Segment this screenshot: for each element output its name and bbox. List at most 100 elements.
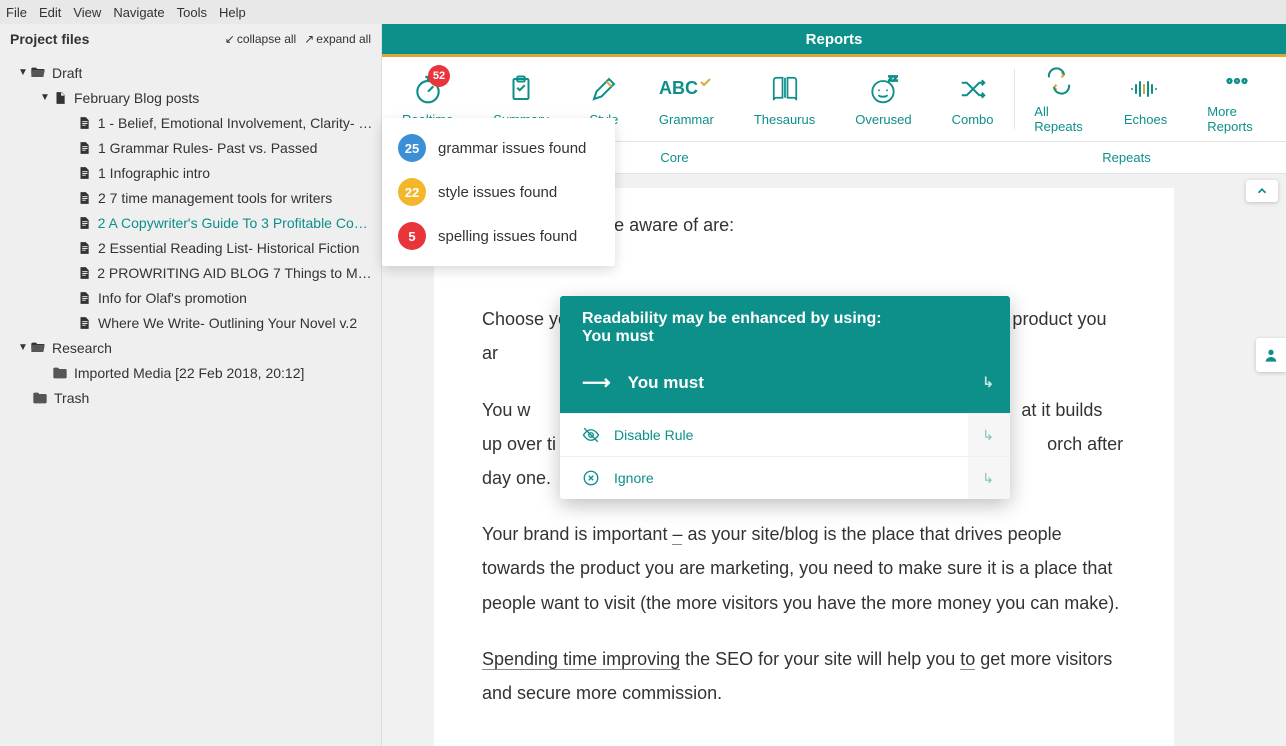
expand-all-button[interactable]: ↗ expand all [304, 32, 371, 46]
folder-open-icon [30, 65, 46, 81]
document-icon [76, 140, 92, 156]
popup-disable-rule[interactable]: Disable Rule ↳ [560, 413, 1010, 456]
issue-label: spelling issues found [438, 228, 577, 245]
suggestion-popup: Readability may be enhanced by using: Yo… [560, 296, 1010, 499]
menu-navigate[interactable]: Navigate [113, 5, 164, 20]
chevron-down-icon: ▼ [18, 342, 28, 353]
subtab-repeats[interactable]: Repeats [967, 142, 1286, 173]
tree-file-selected[interactable]: 2 A Copywriter's Guide To 3 Profitable C… [0, 210, 381, 235]
tool-label: More Reports [1207, 104, 1266, 134]
chevron-down-icon: ▼ [40, 92, 50, 103]
sidebar: Project files ↙ collapse all ↗ expand al… [0, 24, 382, 746]
popup-action-label: Disable Rule [614, 427, 693, 443]
tool-thesaurus[interactable]: Thesaurus [734, 57, 835, 141]
svg-text:ABC: ABC [659, 78, 698, 98]
document-icon [76, 240, 92, 256]
underlined-text[interactable]: Spending time improving [482, 649, 680, 670]
issue-count-badge: 25 [398, 134, 426, 162]
issue-count-badge: 52 [428, 65, 450, 87]
book-icon [768, 72, 802, 106]
tree-label: Trash [54, 390, 89, 406]
issue-spelling-row[interactable]: 5 spelling issues found [382, 214, 615, 258]
tree-file[interactable]: 1 Grammar Rules- Past vs. Passed [0, 135, 381, 160]
collapse-icon: ↙ [225, 32, 235, 46]
menu-help[interactable]: Help [219, 5, 246, 20]
sidebar-header: Project files ↙ collapse all ↗ expand al… [0, 24, 381, 54]
tool-overused[interactable]: zz Overused [835, 57, 931, 141]
person-button[interactable] [1256, 338, 1286, 372]
issue-count-badge: 5 [398, 222, 426, 250]
underlined-text[interactable]: – [672, 524, 682, 545]
document-icon [76, 290, 92, 306]
tool-label: Combo [952, 112, 994, 127]
tool-label: Echoes [1124, 112, 1167, 127]
tool-combo[interactable]: Combo [932, 57, 1014, 141]
tree-file[interactable]: 2 Essential Reading List- Historical Fic… [0, 235, 381, 260]
tree-file[interactable]: 2 PROWRITING AID BLOG 7 Things to Master [0, 260, 381, 285]
document-icon [76, 215, 92, 231]
issue-label: style issues found [438, 184, 557, 201]
tree-label: Draft [52, 65, 82, 81]
tool-label: Grammar [659, 112, 714, 127]
more-icon [1222, 64, 1252, 98]
tool-echoes[interactable]: Echoes [1104, 57, 1187, 141]
tree-folder-research[interactable]: ▼ Research [0, 335, 381, 360]
tree-file[interactable]: Where We Write- Outlining Your Novel v.2 [0, 310, 381, 335]
right-gutter [1226, 174, 1286, 746]
expand-label: expand all [316, 32, 371, 46]
eye-off-icon [582, 426, 600, 444]
menu-tools[interactable]: Tools [177, 5, 207, 20]
folder-icon [32, 390, 48, 406]
tree-label: Research [52, 340, 112, 356]
tree-label: February Blog posts [74, 90, 199, 106]
reports-title: Reports [806, 31, 863, 48]
abc-check-icon: ABC [659, 72, 713, 106]
tree-label: 2 PROWRITING AID BLOG 7 Things to Master [97, 265, 375, 281]
tree-label: Info for Olaf's promotion [98, 290, 247, 306]
tree-folder-imported[interactable]: Imported Media [22 Feb 2018, 20:12] [0, 360, 381, 385]
collapse-all-button[interactable]: ↙ collapse all [225, 32, 296, 46]
scroll-top-button[interactable] [1246, 180, 1278, 202]
tree-file[interactable]: 2 7 time management tools for writers [0, 185, 381, 210]
menu-edit[interactable]: Edit [39, 5, 61, 20]
tool-all-repeats[interactable]: All Repeats [1014, 57, 1104, 141]
tool-label: Overused [855, 112, 911, 127]
chevron-down-icon: ▼ [18, 67, 28, 78]
sleepy-face-icon: zz [867, 72, 899, 106]
issue-style-row[interactable]: 22 style issues found [382, 170, 615, 214]
tree-folder-draft[interactable]: ▼ Draft [0, 60, 381, 85]
tree-file[interactable]: Info for Olaf's promotion [0, 285, 381, 310]
menu-view[interactable]: View [73, 5, 101, 20]
suggestion-text: You must [628, 373, 704, 393]
popup-apply-suggestion[interactable]: ⟶ You must ↳ [560, 360, 1010, 413]
tool-label: Thesaurus [754, 112, 815, 127]
tool-grammar[interactable]: ABC Grammar [639, 57, 734, 141]
popup-header: Readability may be enhanced by using: Yo… [560, 296, 1010, 360]
popup-ignore[interactable]: Ignore ↳ [560, 456, 1010, 499]
underlined-text[interactable]: to [960, 649, 975, 670]
sidebar-title: Project files [10, 31, 89, 47]
shuffle-icon [958, 72, 988, 106]
project-tree: ▼ Draft ▼ February Blog posts 1 - Belief… [0, 54, 381, 416]
tree-label: 1 - Belief, Emotional Involvement, Clari… [98, 115, 375, 131]
tool-more-reports[interactable]: More Reports [1187, 57, 1286, 141]
popup-action-label: Ignore [614, 470, 654, 486]
reports-header: Reports [382, 24, 1286, 57]
document-icon [52, 90, 68, 106]
tree-label: 2 Essential Reading List- Historical Fic… [98, 240, 359, 256]
arrow-right-icon: ⟶ [582, 370, 610, 395]
tree-folder-feb[interactable]: ▼ February Blog posts [0, 85, 381, 110]
menu-file[interactable]: File [6, 5, 27, 20]
tree-label: 1 Infographic intro [98, 165, 210, 181]
issue-grammar-row[interactable]: 25 grammar issues found [382, 126, 615, 170]
document-icon [76, 115, 92, 131]
tree-file[interactable]: 1 Infographic intro [0, 160, 381, 185]
collapse-label: collapse all [237, 32, 296, 46]
tree-label: 1 Grammar Rules- Past vs. Passed [98, 140, 317, 156]
tree-label: Where We Write- Outlining Your Novel v.2 [98, 315, 357, 331]
svg-text:zz: zz [889, 73, 899, 83]
menubar: File Edit View Navigate Tools Help [0, 0, 1286, 24]
tree-folder-trash[interactable]: Trash [0, 385, 381, 410]
folder-icon [52, 365, 68, 381]
tree-file[interactable]: 1 - Belief, Emotional Involvement, Clari… [0, 110, 381, 135]
